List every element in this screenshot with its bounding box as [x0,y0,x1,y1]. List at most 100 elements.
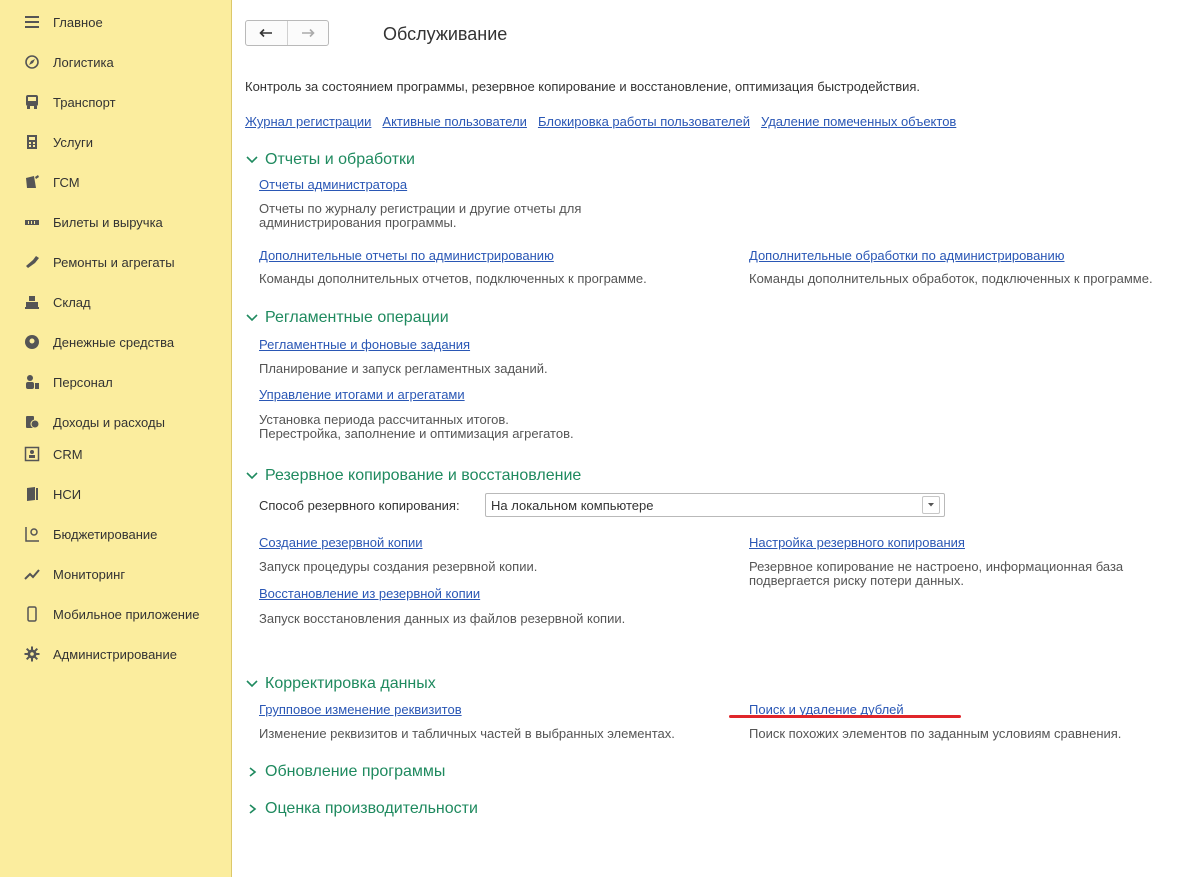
person-icon [24,374,40,390]
wrench-icon [24,254,40,270]
highlight-underline [729,715,961,718]
sidebar-item-warehouse[interactable]: Склад [0,284,231,320]
sidebar-item-logistics[interactable]: Логистика [0,44,231,80]
calculator-icon [24,134,40,150]
sidebar-item-nsi[interactable]: НСИ [0,476,231,512]
forward-button[interactable] [287,21,328,45]
sidebar-item-administration[interactable]: Администрирование [0,636,231,672]
sidebar-item-label: CRM [53,446,83,462]
sidebar-item-money[interactable]: Денежные средства [0,324,231,360]
crm-icon [24,446,40,462]
arrow-left-icon [259,28,273,38]
link-event-log[interactable]: Журнал регистрации [245,114,371,129]
link-backup-settings[interactable]: Настройка резервного копирования [749,535,965,550]
sidebar-item-budgeting[interactable]: Бюджетирование [0,516,231,552]
sidebar-item-label: Доходы и расходы [53,414,165,430]
section-title: Резервное копирование и восстановление [265,467,582,484]
admin-reports-description-line1: Отчеты по журналу регистрации и другие о… [259,201,582,216]
book-icon [24,486,40,502]
sidebar-item-label: Транспорт [53,94,116,110]
section-header-reports[interactable]: Отчеты и обработки [245,151,415,169]
link-extra-admin-processing[interactable]: Дополнительные обработки по администриро… [749,248,1065,263]
mobile-icon [24,606,40,622]
backup-settings-description-line2: подвергается риску потери данных. [749,573,964,588]
backup-method-label: Способ резервного копирования: [259,498,460,513]
section-title: Отчеты и обработки [265,151,415,168]
sidebar-item-label: Бюджетирование [53,526,158,542]
sidebar-item-mobile-app[interactable]: Мобильное приложение [0,596,231,632]
backup-method-select[interactable]: На локальном компьютере [485,493,945,517]
extra-processing-description: Команды дополнительных обработок, подклю… [749,271,1153,286]
totals-description-line2: Перестройка, заполнение и оптимизация аг… [259,426,574,441]
chevron-down-icon [246,314,258,321]
back-button[interactable] [246,21,287,45]
sidebar-item-services[interactable]: Услуги [0,124,231,160]
sidebar-item-fuel[interactable]: ГСМ [0,164,231,200]
group-edit-description: Изменение реквизитов и табличных частей … [259,726,675,741]
chevron-right-icon [249,804,257,814]
sidebar-item-monitoring[interactable]: Мониторинг [0,556,231,592]
chevron-down-icon [246,156,258,163]
section-title: Оценка производительности [265,800,478,817]
sidebar-item-label: Мобильное приложение [53,606,200,622]
chevron-down-icon [246,680,258,687]
fuel-icon [24,174,40,190]
link-scheduled-jobs[interactable]: Регламентные и фоновые задания [259,337,470,352]
section-title: Регламентные операции [265,309,449,326]
sidebar-item-label: НСИ [53,486,82,502]
compass-icon [24,54,40,70]
section-header-update[interactable]: Обновление программы [245,763,445,781]
link-totals-aggregates[interactable]: Управление итогами и агрегатами [259,387,465,402]
page-description: Контроль за состоянием программы, резерв… [245,79,921,94]
chevron-down-icon [246,472,258,479]
link-restore-backup[interactable]: Восстановление из резервной копии [259,586,480,601]
section-header-backup[interactable]: Резервное копирование и восстановление [245,467,581,485]
restore-backup-description: Запуск восстановления данных из файлов р… [259,611,626,626]
sidebar-item-repairs[interactable]: Ремонты и агрегаты [0,244,231,280]
sidebar-item-label: Главное [53,14,103,30]
link-delete-marked[interactable]: Удаление помеченных объектов [761,114,956,129]
dropdown-button[interactable] [922,496,940,514]
link-lock-users[interactable]: Блокировка работы пользователей [538,114,750,129]
chevron-down-icon [928,503,934,507]
sidebar-item-label: Денежные средства [53,334,175,350]
sidebar-item-label: Услуги [53,134,93,150]
sidebar-item-crm[interactable]: CRM [0,436,231,472]
quick-links: Журнал регистрации Активные пользователи… [245,114,956,129]
link-create-backup[interactable]: Создание резервной копии [259,535,423,550]
sidebar-item-label: Ремонты и агрегаты [53,254,175,270]
sidebar-item-personnel[interactable]: Персонал [0,364,231,400]
section-header-correction[interactable]: Корректировка данных [245,675,436,693]
sidebar: Главное Логистика Транспорт Услуги ГСМ Б… [0,0,232,877]
find-duplicates-description: Поиск похожих элементов по заданным усло… [749,726,1122,741]
totals-description-line1: Установка периода рассчитанных итогов. [259,412,509,427]
sidebar-item-label: Мониторинг [53,566,126,582]
sidebar-item-main[interactable]: Главное [0,4,231,40]
sidebar-item-tickets[interactable]: Билеты и выручка [0,204,231,240]
sidebar-item-label: Логистика [53,54,114,70]
section-title: Обновление программы [265,763,446,780]
sidebar-item-transport[interactable]: Транспорт [0,84,231,120]
link-admin-reports[interactable]: Отчеты администратора [259,177,407,192]
link-active-users[interactable]: Активные пользователи [382,114,527,129]
sidebar-item-label: ГСМ [53,174,80,190]
section-title: Корректировка данных [265,675,436,692]
page-title: Обслуживание [383,24,508,44]
sidebar-item-label: Администрирование [53,646,177,662]
section-header-scheduled[interactable]: Регламентные операции [245,309,449,327]
ticket-icon [24,214,40,230]
gear-icon [24,646,40,662]
sidebar-item-label: Персонал [53,374,113,390]
history-navigation [245,20,329,46]
sidebar-item-income-expenses[interactable]: Доходы и расходы [0,404,231,440]
bus-icon [24,94,40,110]
sidebar-item-label: Билеты и выручка [53,214,163,230]
scheduled-jobs-description: Планирование и запуск регламентных задан… [259,361,548,376]
money-icon [24,334,40,350]
link-group-edit[interactable]: Групповое изменение реквизитов [259,702,462,717]
warehouse-icon [24,294,40,310]
section-header-performance[interactable]: Оценка производительности [245,800,478,818]
link-extra-admin-reports[interactable]: Дополнительные отчеты по администрирован… [259,248,554,263]
monitoring-icon [24,566,40,582]
arrow-right-icon [301,28,315,38]
